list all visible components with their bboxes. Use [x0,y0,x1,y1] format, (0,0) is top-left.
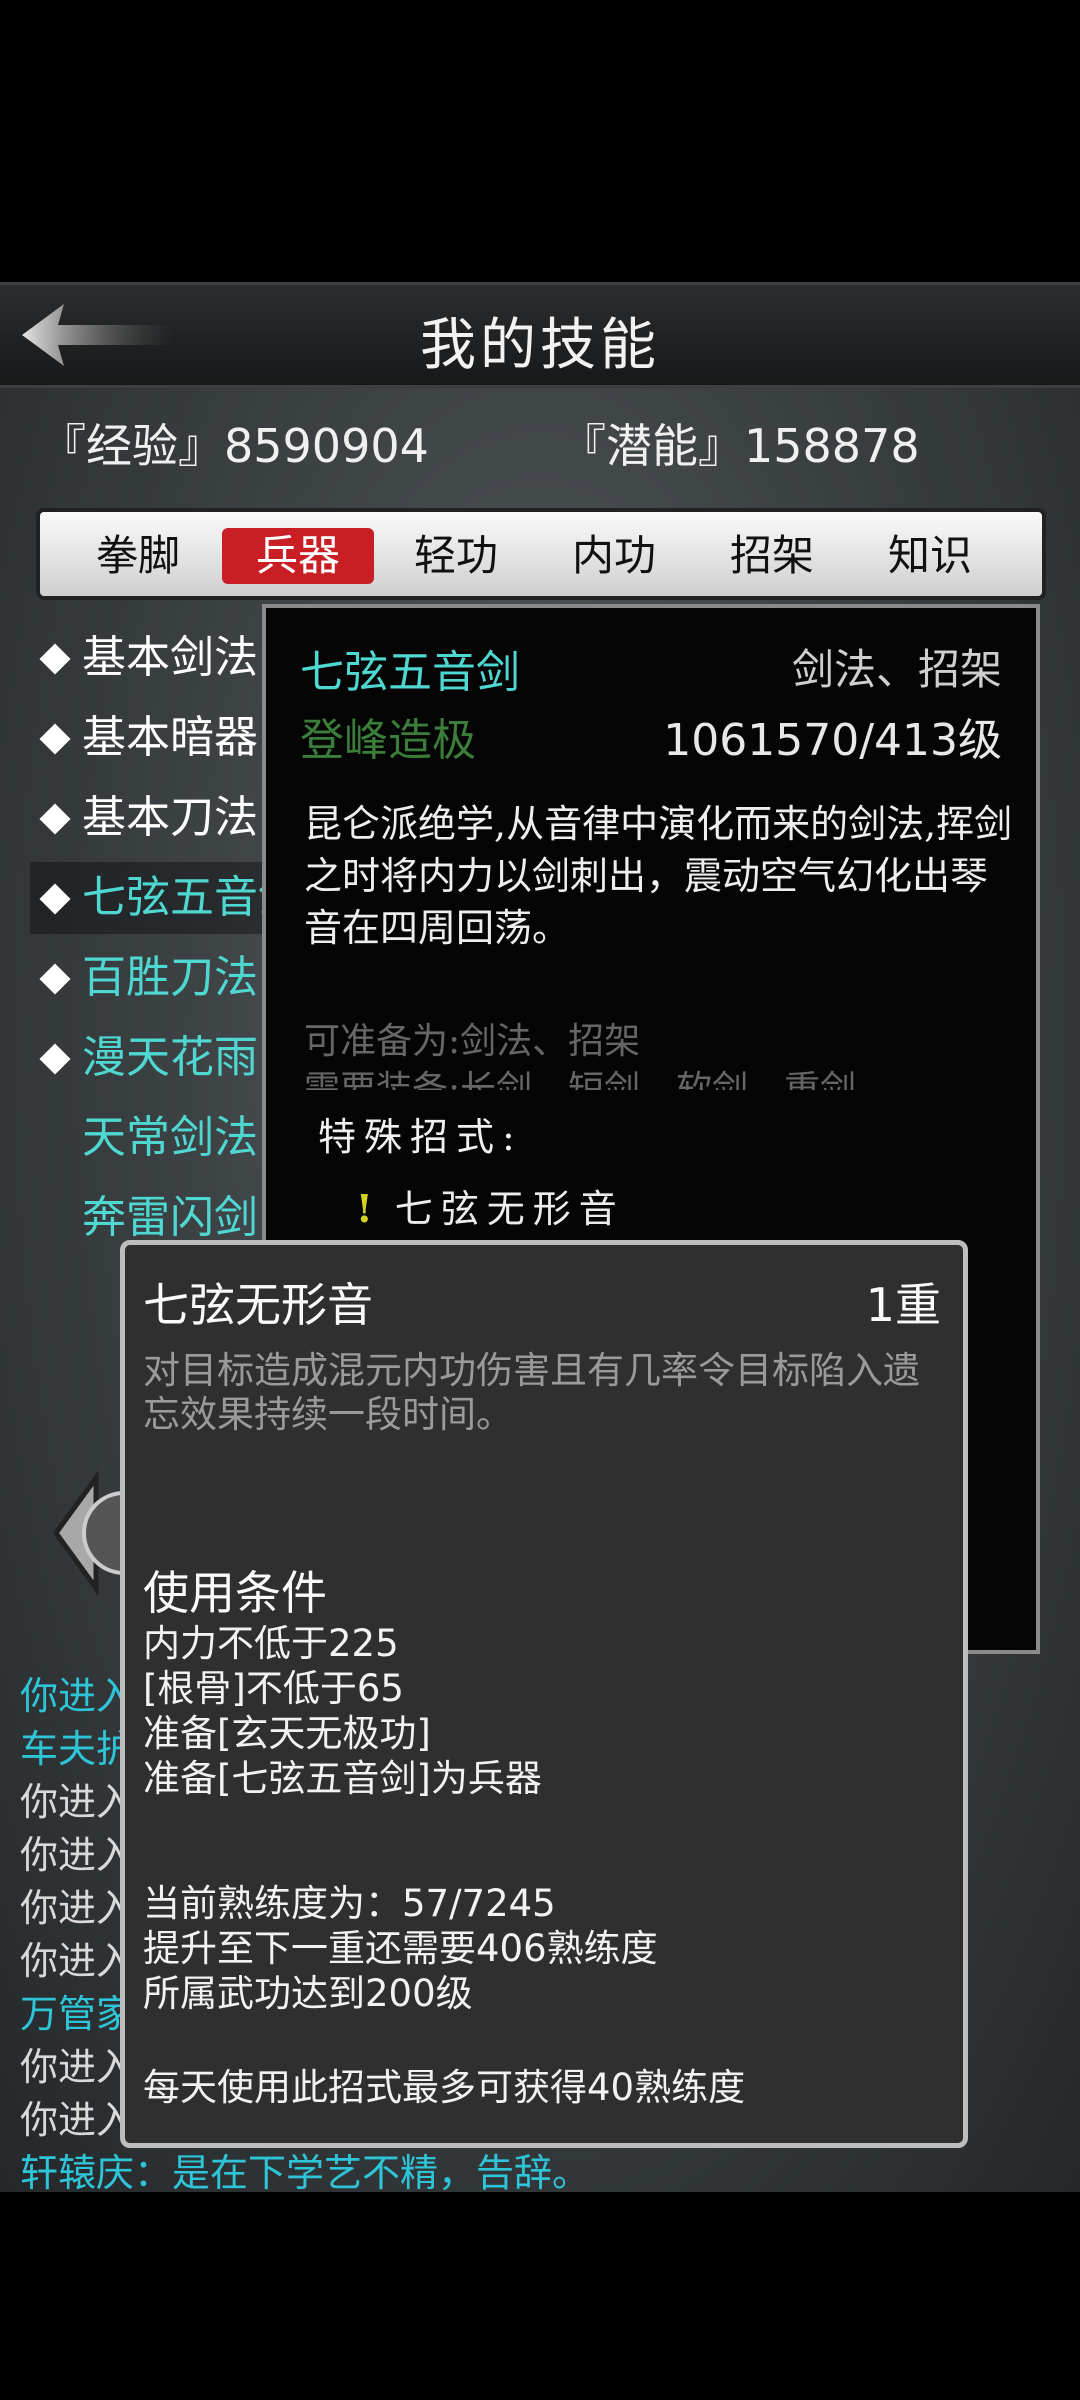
detail-level-name: 登峰造极 [300,715,476,766]
skill-list-item[interactable]: 七弦五音剑 [30,862,290,934]
progress-line: 所属武功达到200级 [143,1972,473,2015]
daily-limit-line: 每天使用此招式最多可获得40熟练度 [143,2066,746,2109]
skill-list: 基本剑法基本暗器基本刀法七弦五音剑百胜刀法漫天花雨天常剑法奔雷闪剑 [30,622,290,1243]
potential-stat: 『潜能』158878 [560,419,920,473]
skill-list-item[interactable]: 基本暗器 [30,702,290,774]
skill-list-label: 基本剑法 [82,632,258,683]
detail-skill-type: 剑法、招架 [791,645,1002,694]
skill-list-label: 漫天花雨 [82,1032,258,1083]
progress-line: 当前熟练度为：57/7245 [143,1882,556,1925]
skill-list-item[interactable]: 基本剑法 [30,622,290,694]
condition-line: 准备[七弦五音剑]为兵器 [143,1757,542,1800]
detail-prep-as: 可准备为:剑法、招架 [304,1021,641,1062]
skill-list-label: 天常剑法 [82,1112,258,1163]
diamond-icon [39,1042,71,1075]
experience-stat: 『经验』8590904 [40,419,429,473]
popup-progress-lines: 当前熟练度为：57/7245 提升至下一重还需要406熟练度 所属武功达到200… [143,1881,943,2016]
condition-line: 准备[玄天无极功] [143,1712,431,1755]
skill-list-label: 七弦五音剑 [82,872,290,923]
diamond-icon [39,722,71,755]
stats-row: 『经验』8590904 『潜能』158878 [40,400,1050,480]
diamond-icon [39,802,71,835]
skill-list-label: 百胜刀法 [82,952,258,1003]
alert-icon: ! [356,1186,381,1231]
popup-description: 对目标造成混元内功伤害且有几率令目标陷入遗忘效果持续一段时间。 [143,1349,920,1436]
chat-message: 是在下学艺不精，告辞。 [172,2151,591,2195]
page-title: 我的技能 [420,313,660,378]
detail-progress: 1061570/413级 [663,715,1002,766]
skill-list-label: 基本暗器 [82,712,258,763]
skill-list-item[interactable]: 漫天花雨 [30,1022,290,1094]
special-move-popup: 七弦无形音 1重 对目标造成混元内功伤害且有几率令目标陷入遗忘效果持续一段时间。… [120,1240,968,2148]
special-move-item[interactable]: ! 七弦无形音 [356,1178,625,1233]
detail-equip-requirement: 需要装备:长剑、短剑、软剑、重剑 [304,1069,857,1090]
popup-daily-limit: 每天使用此招式最多可获得40熟练度 [143,2065,943,2110]
detail-description: 昆仑派绝学,从音律中演化而来的剑法,挥剑之时将内力以剑刺出，震动空气幻化出琴音在… [304,802,1013,950]
chat-speaker: 轩辕庆： [20,2151,173,2195]
tab-parry[interactable]: 招架 [696,528,848,584]
skill-category-tabs: 拳脚 兵器 轻功 内功 招架 知识 [36,508,1046,600]
condition-line: 内力不低于225 [143,1622,399,1665]
chat-line-last: 轩辕庆：是在下学艺不精，告辞。 [20,2142,1060,2197]
diamond-icon [39,962,71,995]
popup-title: 七弦无形音 [143,1278,373,1332]
progress-line: 提升至下一重还需要406熟练度 [143,1927,658,1970]
tab-weapon[interactable]: 兵器 [222,528,374,584]
tab-lightness[interactable]: 轻功 [380,528,532,584]
popup-conditions: 内力不低于225 [根骨]不低于65 准备[玄天无极功] 准备[七弦五音剑]为兵… [143,1621,943,1801]
diamond-icon [39,642,71,675]
special-moves-title: 特殊招式: [318,1115,523,1159]
skill-list-label: 奔雷闪剑 [82,1192,258,1243]
tab-internal[interactable]: 内功 [538,528,690,584]
tab-knowledge[interactable]: 知识 [854,528,1006,584]
skill-list-label: 基本刀法 [82,792,258,843]
skill-list-item[interactable]: 基本刀法 [30,782,290,854]
diamond-icon [39,882,71,915]
tab-fist[interactable]: 拳脚 [62,528,214,584]
condition-line: [根骨]不低于65 [143,1667,404,1710]
special-move-label: 七弦无形音 [394,1187,625,1231]
popup-conditions-title: 使用条件 [143,1566,327,1620]
skill-list-item[interactable]: 天常剑法 [30,1102,290,1174]
skill-list-item[interactable]: 百胜刀法 [30,942,290,1014]
detail-skill-name: 七弦五音剑 [300,647,520,698]
popup-level: 1重 [865,1278,941,1332]
